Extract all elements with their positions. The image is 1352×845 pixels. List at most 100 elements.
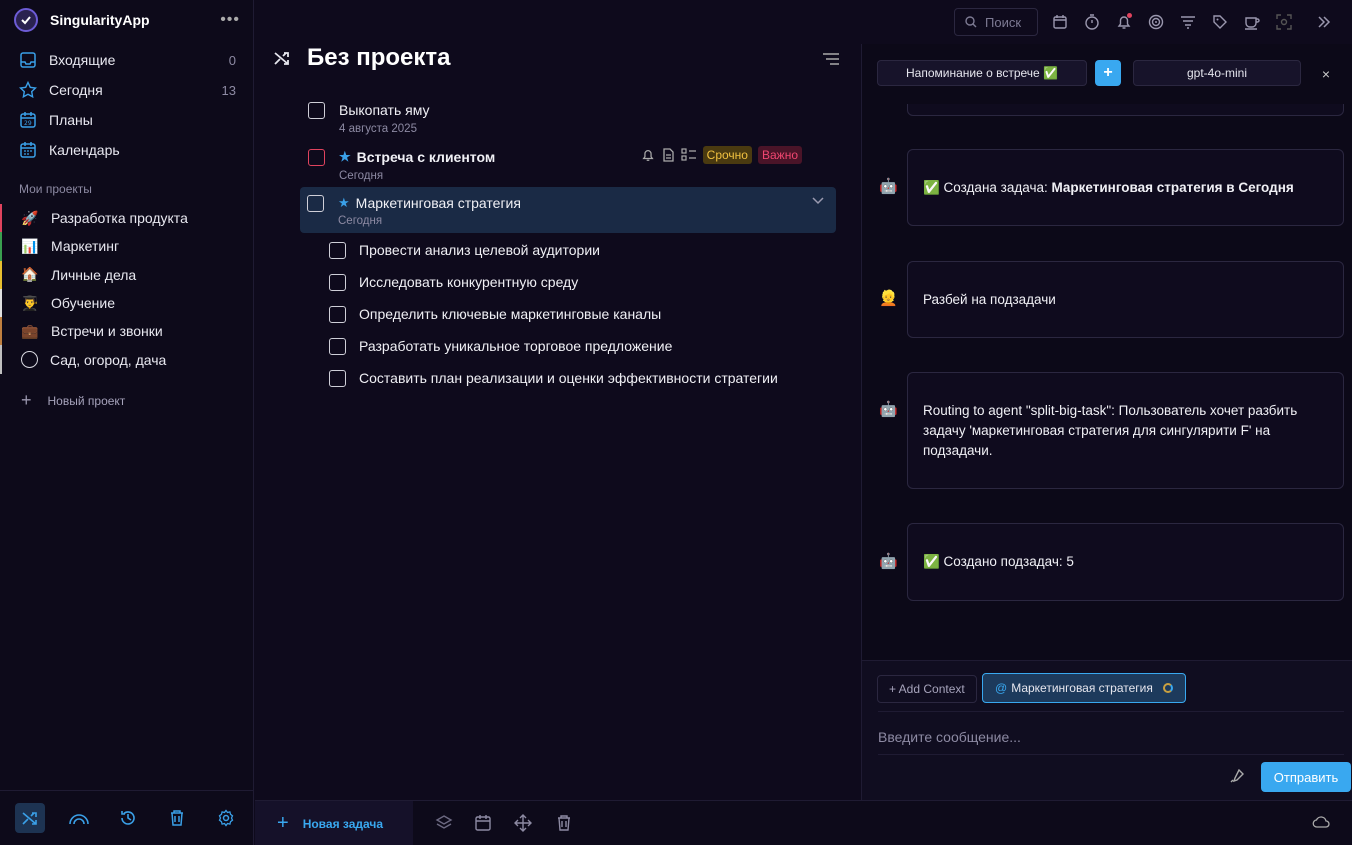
- project-item[interactable]: 💼 Встречи и звонки: [0, 317, 254, 346]
- history-button[interactable]: [113, 803, 143, 833]
- sidebar-item-label: Календарь: [49, 142, 120, 158]
- subtask-checkbox[interactable]: [329, 241, 346, 259]
- microphone-button[interactable]: [1230, 769, 1244, 783]
- subtask-checkbox[interactable]: [329, 305, 346, 323]
- trash-button[interactable]: [162, 803, 192, 833]
- notifications-button[interactable]: [1108, 13, 1140, 30]
- task-checkbox[interactable]: [308, 102, 325, 119]
- new-task-button[interactable]: + Новая задача: [255, 801, 413, 845]
- cup-icon: [1245, 17, 1260, 30]
- model-select[interactable]: gpt-4o-mini: [1133, 60, 1301, 86]
- chat-session-select[interactable]: Напоминание о встрече ✅: [877, 60, 1087, 86]
- delete-button[interactable]: [556, 814, 572, 832]
- search-icon: [965, 16, 977, 28]
- project-item[interactable]: Сад, огород, дача: [0, 345, 254, 374]
- subtask-title: Исследовать конкурентную среду: [359, 274, 579, 290]
- focus-button[interactable]: [1140, 14, 1172, 30]
- checklist-icon: [681, 148, 697, 162]
- new-project-label: Новый проект: [47, 393, 126, 408]
- task-checkbox[interactable]: [308, 149, 325, 166]
- message-text: ✅ Создана задача: Маркетинговая стратеги…: [923, 179, 1294, 195]
- calendar-icon: [475, 815, 491, 831]
- sidebar-item-plans[interactable]: 29 Планы: [0, 105, 254, 135]
- timer-button[interactable]: [1076, 14, 1108, 30]
- task-row[interactable]: Выкопать яму 4 августа 2025: [301, 96, 836, 142]
- project-item[interactable]: 🚀 Разработка продукта: [0, 204, 254, 233]
- subtask-checkbox[interactable]: [329, 369, 346, 387]
- message-text: ✅ Создано подзадач: 5: [923, 554, 1074, 569]
- double-chevron-right-icon: [1318, 16, 1331, 28]
- project-label: Обучение: [51, 295, 116, 312]
- filter-icon: [1181, 16, 1195, 29]
- subtask-title: Разработать уникальное торговое предложе…: [359, 338, 673, 354]
- move-button[interactable]: [514, 814, 532, 832]
- subtask-row[interactable]: Составить план реализации и оценки эффек…: [329, 362, 778, 394]
- task-row[interactable]: ★ Встреча с клиентом Сегодня Срочно Важно: [301, 143, 836, 189]
- project-label: Личные дела: [51, 266, 137, 283]
- project-item[interactable]: 👨‍🎓 Обучение: [0, 288, 254, 318]
- filter-button[interactable]: [1172, 14, 1204, 30]
- app-menu-button[interactable]: •••: [220, 11, 240, 29]
- calendar-icon: [1053, 15, 1067, 29]
- history-icon: [121, 811, 135, 825]
- search-input[interactable]: Поиск: [954, 8, 1038, 36]
- calendar-plans-icon: 29: [19, 111, 37, 129]
- subtask-row[interactable]: Определить ключевые маркетинговые каналы: [329, 298, 661, 330]
- task-date: 4 августа 2025: [339, 123, 417, 135]
- sidebar-item-inbox[interactable]: Входящие 0: [0, 45, 254, 75]
- task-row-selected[interactable]: ★ Маркетинговая стратегия Сегодня: [300, 187, 836, 233]
- trash-icon: [171, 810, 183, 826]
- subtask-title: Составить план реализации и оценки эффек…: [359, 370, 778, 386]
- subtask-checkbox[interactable]: [329, 337, 346, 355]
- project-item[interactable]: 📊 Маркетинг: [0, 232, 254, 261]
- top-toolbar: Поиск: [954, 8, 1340, 36]
- count-badge: 13: [221, 82, 236, 98]
- habits-button[interactable]: [64, 803, 94, 833]
- cloud-icon: [1312, 816, 1330, 828]
- ai-chat-panel: Напоминание о встрече ✅ + gpt-4o-mini × …: [861, 44, 1352, 800]
- sidebar-item-today[interactable]: Сегодня 13: [0, 75, 254, 105]
- svg-text:29: 29: [24, 120, 32, 127]
- message-card: ✅ Создано подзадач: 5: [907, 523, 1344, 601]
- new-project-button[interactable]: + Новый проект: [21, 390, 125, 411]
- task-checkbox[interactable]: [307, 195, 324, 212]
- new-chat-button[interactable]: +: [1095, 60, 1121, 86]
- project-item[interactable]: 🏠 Личные дела: [0, 260, 254, 289]
- subtask-row[interactable]: Разработать уникальное торговое предложе…: [329, 330, 672, 362]
- context-chip[interactable]: @ Маркетинговая стратегия: [982, 673, 1186, 703]
- message-card: Routing to agent "split-big-task": Польз…: [907, 372, 1344, 489]
- date-button[interactable]: [474, 814, 492, 832]
- chat-messages: 🤖 ✅ Создана задача: Маркетинговая страте…: [862, 104, 1352, 660]
- chat-composer: + Add Context @ Маркетинговая стратегия …: [862, 660, 1352, 800]
- star-icon: ★: [338, 195, 350, 210]
- subtask-row[interactable]: Провести анализ целевой аудитории: [329, 234, 600, 266]
- calendar-toolbar-button[interactable]: [1044, 14, 1076, 30]
- subtask-row[interactable]: Исследовать конкурентную среду: [329, 266, 578, 298]
- project-label: Встречи и звонки: [51, 323, 163, 340]
- subtask-checkbox[interactable]: [329, 273, 346, 291]
- add-context-button[interactable]: + Add Context: [877, 675, 977, 703]
- sidebar-item-calendar[interactable]: Календарь: [0, 135, 254, 165]
- settings-button[interactable]: [211, 803, 241, 833]
- search-placeholder: Поиск: [985, 14, 1022, 30]
- scan-button[interactable]: [1268, 14, 1300, 30]
- target-icon: [1148, 14, 1164, 30]
- tag-icon: [1213, 15, 1227, 29]
- trash-icon: [558, 815, 570, 831]
- send-button[interactable]: Отправить: [1261, 762, 1351, 792]
- chevron-down-icon[interactable]: [812, 197, 824, 205]
- shuffle-button[interactable]: [15, 803, 45, 833]
- message-input[interactable]: Введите сообщение...: [878, 711, 1344, 755]
- archive-button[interactable]: [1236, 14, 1268, 30]
- close-icon[interactable]: ×: [1322, 66, 1330, 82]
- subtask-title: Провести анализ целевой аудитории: [359, 242, 600, 258]
- bell-icon: [641, 148, 655, 162]
- robot-avatar-icon: 🤖: [879, 178, 898, 195]
- sync-button[interactable]: [1312, 815, 1330, 829]
- gear-icon: [218, 809, 234, 827]
- tags-button[interactable]: [1204, 14, 1236, 30]
- collapse-panel-button[interactable]: [1308, 14, 1340, 30]
- sort-button[interactable]: [822, 52, 840, 66]
- sort-lines-icon: [823, 53, 839, 65]
- layers-button[interactable]: [435, 814, 453, 832]
